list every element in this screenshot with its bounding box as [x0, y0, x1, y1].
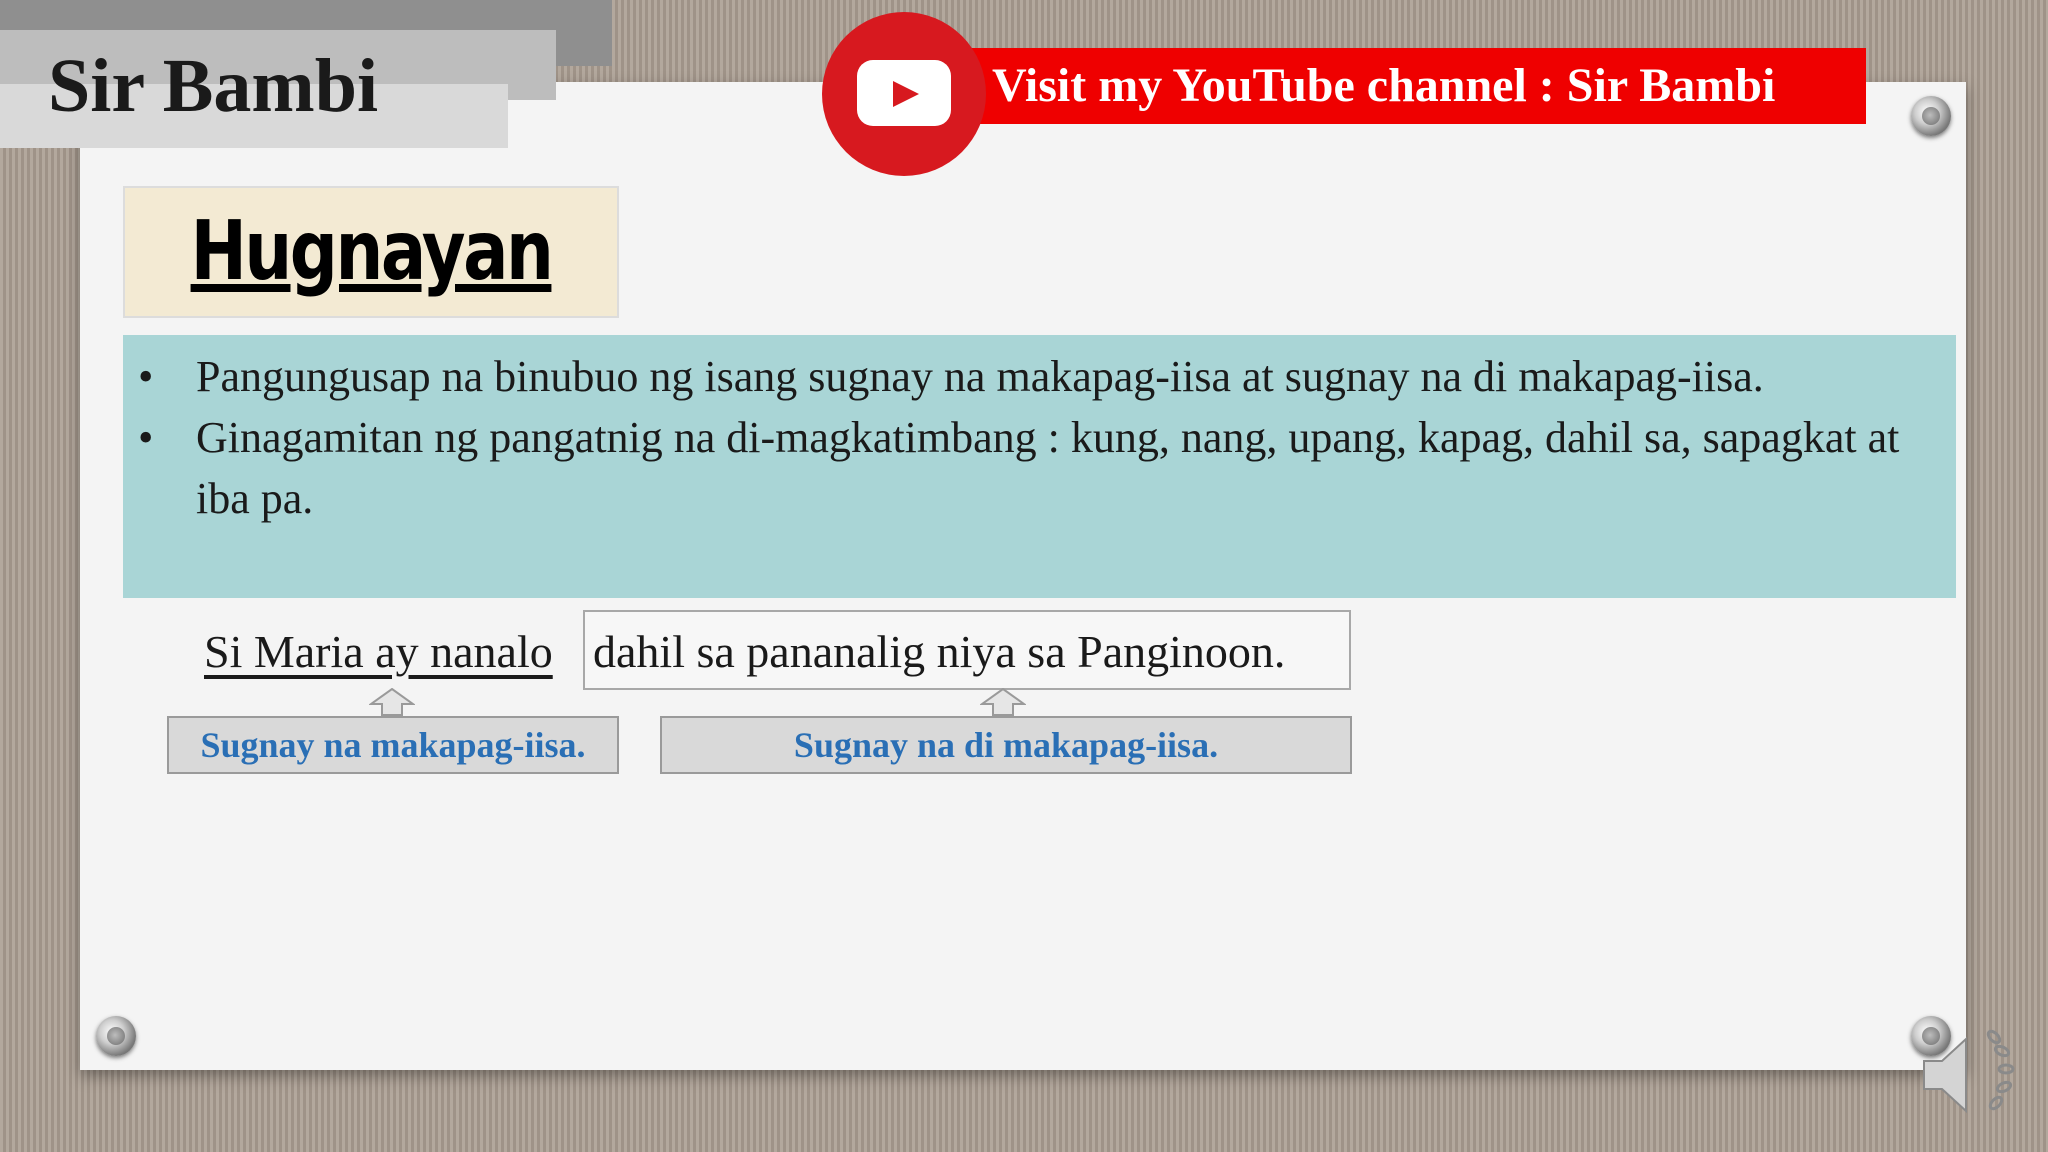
up-arrow-icon [980, 688, 1026, 716]
topic-title-box: Hugnayan [123, 186, 619, 318]
pushpin-icon [96, 1016, 136, 1056]
speaker-audio-icon[interactable] [1920, 1025, 2020, 1125]
main-clause-text: Si Maria ay nanalo [204, 626, 553, 677]
pushpin-icon [1911, 96, 1951, 136]
definition-text: Ginagamitan ng pangatnig na di-magkatimb… [196, 413, 1900, 523]
sub-clause-box: dahil sa pananalig niya sa Panginoon. [583, 610, 1351, 690]
youtube-play-icon[interactable] [857, 60, 951, 126]
youtube-banner-text[interactable]: Visit my YouTube channel : Sir Bambi [992, 48, 1775, 124]
sub-clause-text: dahil sa pananalig niya sa Panginoon. [593, 626, 1286, 677]
main-clause-label: Sugnay na makapag-iisa. [167, 716, 619, 774]
definition-text: Pangungusap na binubuo ng isang sugnay n… [196, 352, 1764, 401]
up-arrow-icon [369, 688, 415, 716]
brand-title: Sir Bambi [48, 44, 379, 128]
sub-clause-label: Sugnay na di makapag-iisa. [660, 716, 1352, 774]
definition-item: • Ginagamitan ng pangatnig na di-magkati… [138, 407, 1938, 529]
definition-list: • Pangungusap na binubuo ng isang sugnay… [138, 346, 1938, 529]
bullet-icon: • [138, 352, 154, 401]
definition-item: • Pangungusap na binubuo ng isang sugnay… [138, 346, 1938, 407]
topic-title: Hugnayan [190, 204, 554, 299]
bullet-icon: • [138, 413, 154, 462]
